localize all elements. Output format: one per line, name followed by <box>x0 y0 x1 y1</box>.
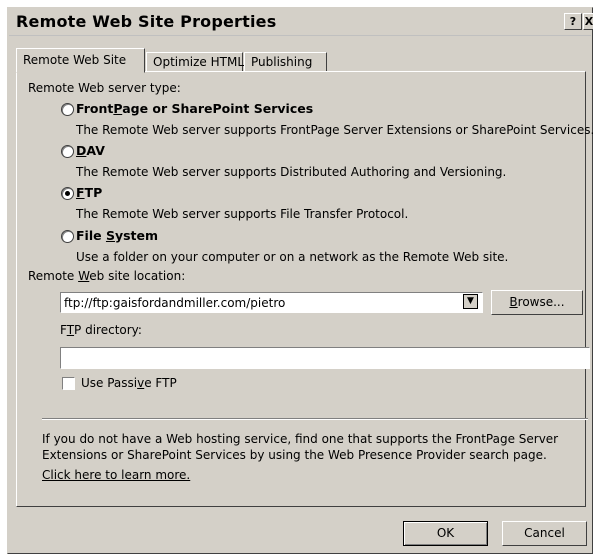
radio-frontpage-label[interactable]: FrontPage or SharePoint Services <box>76 101 313 116</box>
radio-ftp-dot <box>65 191 70 196</box>
chevron-down-icon[interactable]: ▼ <box>463 294 478 309</box>
tab-optimize-html[interactable]: Optimize HTML <box>146 52 244 72</box>
close-icon[interactable]: X <box>583 13 593 30</box>
file-system-description: Use a folder on your computer or on a ne… <box>76 250 509 264</box>
location-label: Remote Web site location: <box>28 269 186 283</box>
passive-ftp-label[interactable]: Use Passive FTP <box>81 376 177 390</box>
info-text-line-1: If you do not have a Web hosting service… <box>42 432 559 446</box>
radio-file-system-label[interactable]: File System <box>76 228 158 243</box>
browse-button[interactable]: Browse... <box>491 290 583 315</box>
radio-dav-label[interactable]: DAV <box>76 143 105 158</box>
tab-remote-web-site[interactable]: Remote Web Site <box>16 48 145 73</box>
radio-ftp[interactable] <box>61 187 74 200</box>
ftp-directory-input[interactable] <box>60 347 590 369</box>
radio-file-system[interactable] <box>61 230 74 243</box>
title-bar[interactable]: Remote Web Site Properties ? X <box>9 9 593 36</box>
passive-ftp-checkbox[interactable] <box>62 377 75 390</box>
cancel-button[interactable]: Cancel <box>502 521 587 546</box>
radio-ftp-label[interactable]: FTP <box>76 185 102 200</box>
help-icon[interactable]: ? <box>564 13 582 30</box>
dav-description: The Remote Web server supports Distribut… <box>76 165 507 179</box>
dialog-window: Remote Web Site Properties ? X Remote We… <box>7 7 593 554</box>
location-value: ftp://ftp:gaisfordandmiller.com/pietro <box>64 296 286 310</box>
radio-dav[interactable] <box>61 145 74 158</box>
dialog-title: Remote Web Site Properties <box>16 12 277 31</box>
ok-button[interactable]: OK <box>403 521 488 546</box>
info-text-line-2: Extensions or SharePoint Services by usi… <box>42 448 547 462</box>
ftp-description: The Remote Web server supports File Tran… <box>76 207 409 221</box>
tab-publishing[interactable]: Publishing <box>244 52 327 72</box>
location-combo[interactable]: ftp://ftp:gaisfordandmiller.com/pietro <box>60 292 483 313</box>
server-type-label: Remote Web server type: <box>28 81 181 95</box>
separator-highlight <box>42 419 588 420</box>
radio-frontpage[interactable] <box>61 103 74 116</box>
frontpage-description: The Remote Web server supports FrontPage… <box>76 123 593 137</box>
learn-more-link[interactable]: Click here to learn more. <box>42 468 190 482</box>
ftp-directory-label: FTP directory: <box>60 323 142 337</box>
